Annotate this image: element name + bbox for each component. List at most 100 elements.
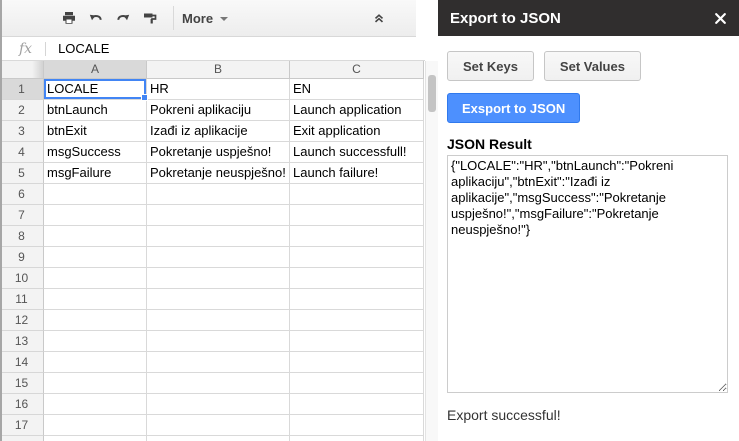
cell-A9[interactable] (44, 247, 147, 268)
panel-title: Export to JSON (450, 9, 561, 27)
cell-A8[interactable] (44, 226, 147, 247)
column-header-row: A B C (0, 61, 424, 79)
cell-A16[interactable] (44, 394, 147, 415)
row-header-10[interactable]: 10 (0, 268, 44, 289)
cell-C12[interactable] (290, 310, 424, 331)
grid-row-14: 14 (0, 352, 424, 373)
cell-B11[interactable] (147, 289, 290, 310)
more-menu-button[interactable]: More (182, 10, 229, 26)
cell-C17[interactable] (290, 415, 424, 436)
vertical-scrollbar[interactable] (425, 61, 438, 441)
row-header-5[interactable]: 5 (0, 163, 44, 184)
cell-A10[interactable] (44, 268, 147, 289)
cell-C11[interactable] (290, 289, 424, 310)
cell-B6[interactable] (147, 184, 290, 205)
set-values-button[interactable]: Set Values (543, 51, 641, 81)
cell-A13[interactable] (44, 331, 147, 352)
row-header-4[interactable]: 4 (0, 142, 44, 163)
cell-A7[interactable] (44, 205, 147, 226)
print-button[interactable] (58, 6, 80, 30)
json-result-textarea[interactable]: {"LOCALE":"HR","btnLaunch":"Pokreni apli… (447, 155, 728, 393)
cell-A5[interactable]: msgFailure (44, 163, 147, 184)
row-header-16[interactable]: 16 (0, 394, 44, 415)
row-header-2[interactable]: 2 (0, 100, 44, 121)
scrollbar-thumb[interactable] (428, 75, 436, 112)
row-header-1[interactable]: 1 (0, 79, 44, 100)
cell-B2[interactable]: Pokreni aplikaciju (147, 100, 290, 121)
column-header-B[interactable]: B (147, 61, 290, 79)
close-icon (714, 12, 726, 24)
cell-C14[interactable] (290, 352, 424, 373)
formula-bar-separator (45, 41, 47, 56)
row-header-12[interactable]: 12 (0, 310, 44, 331)
cell-B15[interactable] (147, 373, 290, 394)
row-header-11[interactable]: 11 (0, 289, 44, 310)
panel-body: Set Keys Set Values Exsport to JSON JSON… (438, 36, 739, 423)
cell-B3[interactable]: Izađi iz aplikacije (147, 121, 290, 142)
row-header-15[interactable]: 15 (0, 373, 44, 394)
cell-B9[interactable] (147, 247, 290, 268)
grid-filler-row (0, 436, 424, 441)
cell-C6[interactable] (290, 184, 424, 205)
cell-C13[interactable] (290, 331, 424, 352)
row-header-17[interactable]: 17 (0, 415, 44, 436)
cell-B7[interactable] (147, 205, 290, 226)
undo-icon (89, 14, 102, 21)
cell-C1[interactable]: EN (290, 79, 424, 100)
set-keys-button[interactable]: Set Keys (447, 51, 534, 81)
cell-B10[interactable] (147, 268, 290, 289)
cell-B17[interactable] (147, 415, 290, 436)
paint-format-button[interactable] (139, 6, 161, 30)
cell-B4[interactable]: Pokretanje uspješno! (147, 142, 290, 163)
json-result-label: JSON Result (447, 136, 532, 152)
formula-input[interactable]: LOCALE (58, 41, 109, 56)
row-header-3[interactable]: 3 (0, 121, 44, 142)
cell-A6[interactable] (44, 184, 147, 205)
cell-C15[interactable] (290, 373, 424, 394)
cell-C2[interactable]: Launch application (290, 100, 424, 121)
grid-row-9: 9 (0, 247, 424, 268)
cell-B1[interactable]: HR (147, 79, 290, 100)
cell-A17[interactable] (44, 415, 147, 436)
cell-B5[interactable]: Pokretanje neuspješno! (147, 163, 290, 184)
row-header-14[interactable]: 14 (0, 352, 44, 373)
cell-A14[interactable] (44, 352, 147, 373)
cell-A1[interactable]: LOCALE (44, 79, 148, 101)
export-to-json-button[interactable]: Exsport to JSON (447, 93, 581, 123)
close-button[interactable] (712, 10, 728, 26)
cell-C10[interactable] (290, 268, 424, 289)
cell-A2[interactable]: btnLaunch (44, 100, 147, 121)
cell-C16[interactable] (290, 394, 424, 415)
cell-B13[interactable] (147, 331, 290, 352)
cell-B8[interactable] (147, 226, 290, 247)
collapse-toolbar-button[interactable] (368, 7, 390, 29)
row-header-9[interactable]: 9 (0, 247, 44, 268)
row-header-7[interactable]: 7 (0, 205, 44, 226)
row-header-13[interactable]: 13 (0, 331, 44, 352)
cell-B12[interactable] (147, 310, 290, 331)
cell-A12[interactable] (44, 310, 147, 331)
select-all-corner[interactable] (0, 61, 44, 79)
cell-A3[interactable]: btnExit (44, 121, 147, 142)
more-menu-label: More (182, 10, 214, 26)
cell-B16[interactable] (147, 394, 290, 415)
cell-C3[interactable]: Exit application (290, 121, 424, 142)
row-header-8[interactable]: 8 (0, 226, 44, 247)
cell-A15[interactable] (44, 373, 147, 394)
grid-row-16: 16 (0, 394, 424, 415)
grid-rows: 1 LOCALE HR EN 2 btnLaunch Pokreni aplikaciju L… (0, 79, 424, 441)
column-header-A[interactable]: A (44, 61, 147, 79)
redo-button[interactable] (112, 6, 134, 30)
cell-B14[interactable] (147, 352, 290, 373)
cell-A11[interactable] (44, 289, 147, 310)
cell-C9[interactable] (290, 247, 424, 268)
grid-row-4: 4 msgSuccess Pokretanje uspješno! Launch su… (0, 142, 424, 163)
cell-C5[interactable]: Launch failure! (290, 163, 424, 184)
cell-C4[interactable]: Launch successfull! (290, 142, 424, 163)
row-header-6[interactable]: 6 (0, 184, 44, 205)
cell-A4[interactable]: msgSuccess (44, 142, 147, 163)
cell-C8[interactable] (290, 226, 424, 247)
column-header-C[interactable]: C (290, 61, 424, 79)
undo-button[interactable] (85, 6, 107, 30)
cell-C7[interactable] (290, 205, 424, 226)
